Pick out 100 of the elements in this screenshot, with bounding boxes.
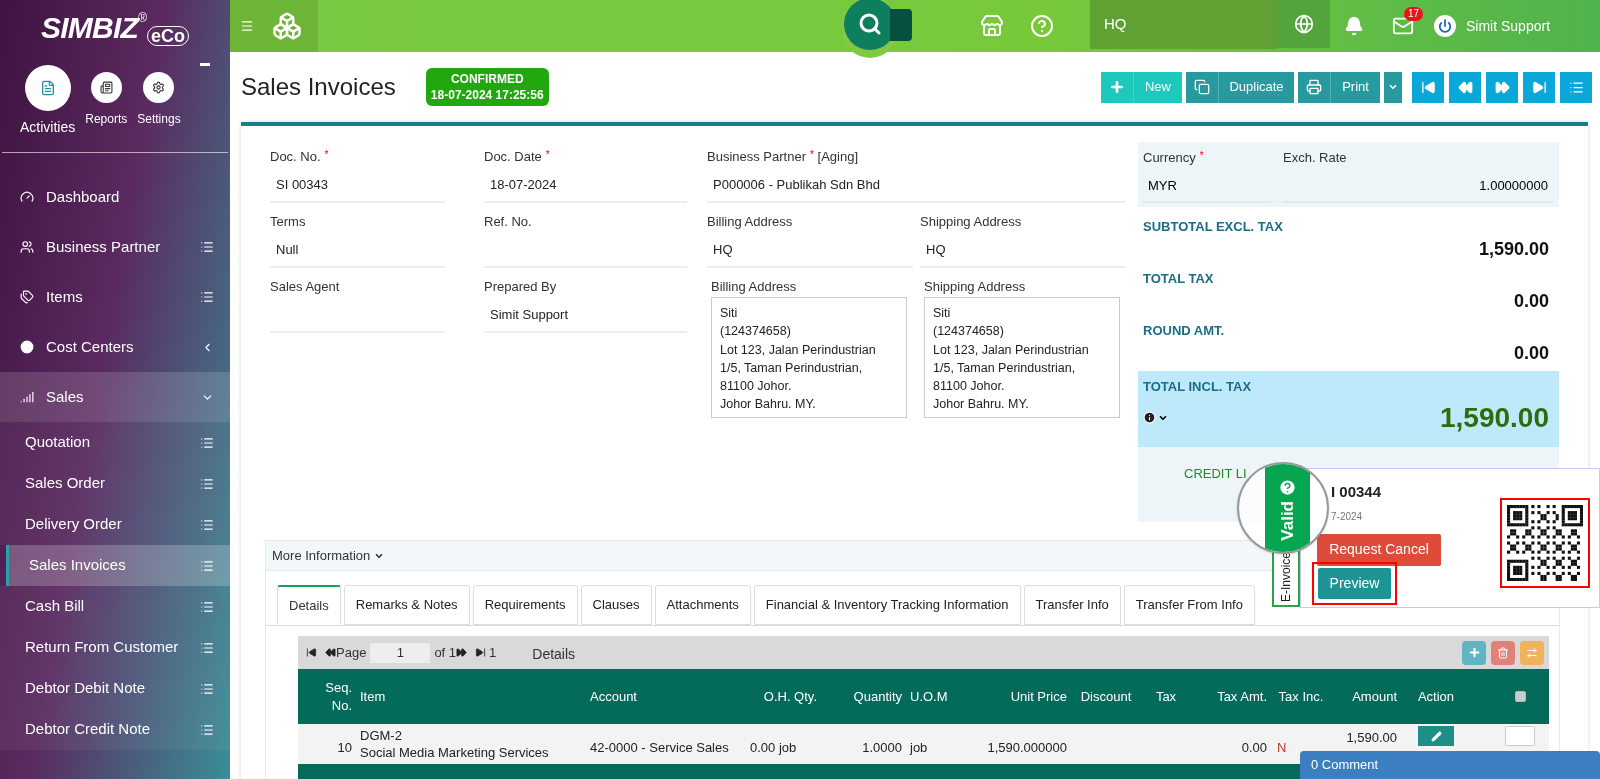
delete-row-button[interactable]	[1491, 640, 1515, 665]
input-field[interactable]: HQ	[920, 234, 1126, 268]
list-icon	[200, 558, 214, 573]
column-header: Action	[1416, 687, 1456, 706]
last-record-button[interactable]	[1523, 71, 1555, 103]
edit-button[interactable]	[1418, 726, 1454, 746]
tab[interactable]: Clauses	[580, 585, 652, 625]
printer-icon	[1306, 79, 1322, 95]
field-label: Terms	[270, 213, 307, 231]
first-page-icon[interactable]	[306, 647, 317, 658]
input-field[interactable]: HQ	[707, 234, 913, 268]
einvoice-tab[interactable]: E-Invoice	[1272, 548, 1300, 607]
module-tab[interactable]: Activities	[20, 52, 76, 138]
column-header: O.H. Qty.	[762, 687, 818, 706]
submenu-item[interactable]: Sales Invoices	[6, 545, 230, 586]
menu-item[interactable]: Sales	[0, 372, 230, 422]
column-header: U.O.M	[909, 687, 949, 706]
document-number: I 00344	[1331, 482, 1383, 502]
boxes-icon[interactable]	[272, 11, 302, 41]
power-icon[interactable]	[1434, 15, 1456, 37]
globe-icon[interactable]	[1294, 14, 1314, 34]
grand-total-value: 1,590.00	[1440, 400, 1549, 435]
table-cell-text: Social Media Marketing Services	[360, 744, 550, 761]
input-field[interactable]: MYR	[1143, 170, 1273, 203]
tab[interactable]: Financial & Inventory Tracking Information	[753, 585, 1021, 625]
submenu-item[interactable]: Quotation	[0, 422, 230, 463]
total-label: TOTAL INCL. TAX	[1143, 378, 1253, 396]
menu-item[interactable]: Dashboard	[0, 172, 230, 222]
module-tab[interactable]: Reports	[85, 52, 128, 128]
next-page-icon[interactable]	[456, 647, 468, 658]
skip-forward-icon	[1531, 79, 1547, 95]
submenu-item[interactable]: Cash Bill	[0, 586, 230, 627]
input-field[interactable]: SI 00343	[270, 169, 445, 203]
last-page-icon[interactable]	[475, 647, 487, 658]
tab[interactable]: Requirements	[472, 585, 578, 625]
request-cancel-button[interactable]: Request Cancel	[1317, 533, 1441, 566]
pencil-icon	[1430, 730, 1442, 742]
table-cell-text: 1.0000	[861, 739, 903, 758]
input-field[interactable]: 1.00000000	[1283, 170, 1553, 203]
row-checkbox[interactable]	[1505, 726, 1535, 746]
credit-label: CREDIT LI	[1184, 466, 1247, 481]
previous-page-icon[interactable]	[325, 647, 336, 658]
mail-icon[interactable]	[1392, 15, 1414, 37]
table-cell-text: DGM-2	[360, 727, 403, 744]
transfer-button[interactable]	[1520, 640, 1544, 665]
notification-icon[interactable]	[1344, 16, 1364, 36]
print-dropdown-button[interactable]	[1384, 71, 1402, 103]
next-button[interactable]	[1486, 71, 1518, 103]
address-box[interactable]: Siti (124374658) Lot 123, Jalan Perindustrian 1/5, Taman Perindustrian, 81100 Johor. Johor Bahru. MY.	[924, 297, 1120, 418]
tab[interactable]: Remarks & Notes	[343, 585, 470, 625]
list-icon	[200, 240, 214, 254]
help-icon[interactable]	[1278, 478, 1297, 497]
copy-icon	[1194, 79, 1210, 95]
field-label: Prepared By	[484, 278, 558, 296]
tab[interactable]: Attachments	[654, 585, 751, 625]
page-field[interactable]: 1	[370, 642, 431, 663]
module-icon	[152, 81, 166, 94]
module-tab[interactable]: Settings	[137, 52, 181, 128]
first-record-button[interactable]	[1412, 71, 1444, 103]
comment-dialog[interactable]: 0 Comment	[1300, 751, 1600, 779]
submenu-item[interactable]: Debtor Debit Note	[0, 668, 230, 709]
page-label: Page	[336, 643, 367, 662]
submenu-item[interactable]: Delivery Order	[0, 504, 230, 545]
list-icon	[200, 476, 214, 491]
input-field[interactable]: P000006 - Publikah Sdn Bhd	[707, 169, 1126, 203]
menu-item[interactable]: Business Partner	[0, 222, 230, 272]
menu-icon[interactable]	[240, 19, 254, 33]
address-box[interactable]: Siti (124374658) Lot 123, Jalan Perindustrian 1/5, Taman Perindustrian, 81100 Johor. Johor Bahru. MY.	[711, 297, 907, 418]
column-header: Seq. No.	[324, 678, 353, 715]
select-all-checkbox[interactable]	[1514, 691, 1526, 702]
tab[interactable]: Transfer Info	[1023, 585, 1121, 625]
table-cell-text: 0.00	[1240, 739, 1268, 758]
total-value: 0.00	[1513, 289, 1549, 313]
tab[interactable]: Details	[277, 585, 341, 625]
preview-button[interactable]: Preview	[1318, 567, 1391, 599]
list-icon	[200, 640, 214, 655]
plus-icon	[1467, 646, 1481, 659]
info-dropdown[interactable]	[1143, 411, 1168, 424]
menu-item[interactable]: Items	[0, 272, 230, 322]
submenu-item[interactable]: Return From Customer	[0, 627, 230, 668]
column-header: Tax Amt.	[1216, 687, 1268, 706]
input-field[interactable]: Simit Support	[484, 299, 687, 333]
field-label: Doc. Date *	[484, 148, 551, 166]
input-field[interactable]: Null	[270, 234, 445, 268]
total-value: 1,590.00	[1478, 237, 1549, 261]
store-icon[interactable]	[980, 14, 1004, 38]
tab[interactable]: Transfer From Info	[1123, 585, 1255, 625]
submenu-item[interactable]: Debtor Credit Note	[0, 709, 230, 750]
submenu-item[interactable]: Sales Order	[0, 463, 230, 504]
field-label: Business Partner * [Aging]	[707, 148, 859, 166]
search-icon	[858, 12, 882, 36]
previous-button[interactable]	[1449, 71, 1481, 103]
column-header: Item	[359, 687, 387, 706]
list-view-button[interactable]	[1560, 71, 1592, 103]
add-row-button[interactable]	[1462, 640, 1486, 665]
menu-item[interactable]: Cost Centers	[0, 322, 230, 372]
search-toggle[interactable]	[890, 9, 912, 41]
input-field[interactable]: 18-07-2024	[484, 169, 687, 203]
list-icon	[200, 599, 214, 614]
list-icon	[1568, 79, 1584, 95]
